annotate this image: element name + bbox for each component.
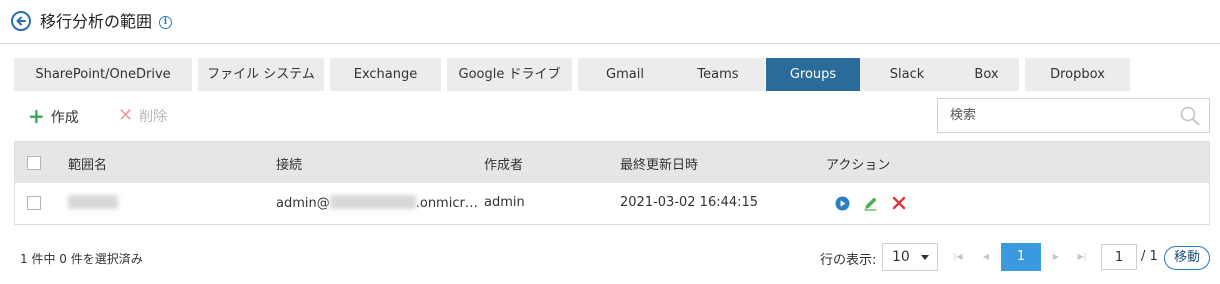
tab-google-drive[interactable]: Google ドライブ (447, 58, 572, 91)
connection-prefix: admin@ (276, 196, 330, 211)
tab-groups[interactable]: Groups (766, 58, 860, 91)
column-header-creator[interactable]: 作成者 (484, 154, 523, 173)
rows-per-page-select[interactable]: 10 (882, 243, 938, 271)
tab-gmail[interactable]: Gmail (578, 58, 672, 91)
select-all-checkbox[interactable] (27, 156, 41, 170)
column-header-connection[interactable]: 接続 (276, 154, 302, 173)
table-header: 範囲名 接続 作成者 最終更新日時 アクション (15, 142, 1209, 183)
tab-dropbox[interactable]: Dropbox (1025, 58, 1130, 91)
delete-x-icon: ✕ (118, 105, 134, 126)
create-button[interactable]: + 作成 (28, 106, 79, 128)
rows-per-page-value: 10 (892, 249, 910, 265)
caret-down-icon (921, 255, 929, 260)
delete-icon[interactable] (892, 196, 906, 214)
last-page-icon[interactable]: ▶| (1075, 249, 1089, 265)
info-icon[interactable]: i (159, 16, 172, 29)
edit-icon[interactable] (863, 196, 878, 215)
search-icon[interactable] (1180, 106, 1200, 130)
connection-redacted (329, 195, 416, 209)
tab-sharepoint-onedrive[interactable]: SharePoint/OneDrive (14, 58, 192, 91)
tab-teams[interactable]: Teams (671, 58, 765, 91)
page-total: / 1 (1141, 249, 1158, 264)
back-arrow-icon[interactable] (11, 11, 31, 31)
create-label: 作成 (50, 110, 79, 126)
column-header-scope-name[interactable]: 範囲名 (68, 154, 107, 173)
modified-cell: 2021-03-02 16:44:15 (620, 195, 759, 210)
tab-box[interactable]: Box (954, 58, 1019, 91)
page-title: 移行分析の範囲 (40, 12, 153, 31)
go-button[interactable]: 移動 (1164, 246, 1210, 270)
rows-per-page-label: 行の表示: (820, 253, 877, 268)
prev-page-icon[interactable]: ◀ (979, 249, 993, 265)
scope-table: 範囲名 接続 作成者 最終更新日時 アクション admin@ .onmicr… a… (14, 141, 1210, 225)
first-page-icon[interactable]: |◀ (951, 249, 965, 265)
table-row[interactable]: admin@ .onmicr… admin 2021-03-02 16:44:15 (15, 183, 1209, 224)
connection-cell: admin@ .onmicr… (276, 195, 478, 211)
delete-label: 削除 (139, 109, 168, 125)
column-header-actions: アクション (826, 158, 891, 173)
next-page-icon[interactable]: ▶ (1049, 249, 1063, 265)
header: 移行分析の範囲 i (0, 0, 1220, 44)
delete-button[interactable]: ✕ 削除 (118, 106, 167, 127)
search-box (937, 98, 1210, 133)
plus-icon: + (28, 104, 45, 128)
current-page-button[interactable]: 1 (1001, 243, 1041, 271)
creator-cell: admin (484, 195, 525, 210)
search-input[interactable] (938, 99, 1158, 132)
play-icon[interactable] (835, 196, 850, 215)
selection-status: 1 件中 0 件を選択済み (20, 252, 143, 266)
connection-suffix: .onmicr… (415, 196, 478, 211)
page-number-input[interactable] (1101, 244, 1137, 270)
row-checkbox[interactable] (27, 196, 41, 210)
tab-exchange[interactable]: Exchange (330, 58, 441, 91)
tab-slack[interactable]: Slack (860, 58, 954, 91)
scope-name-redacted (68, 195, 118, 211)
tab-file-system[interactable]: ファイル システム (198, 58, 324, 91)
column-header-modified[interactable]: 最終更新日時 (620, 154, 698, 173)
